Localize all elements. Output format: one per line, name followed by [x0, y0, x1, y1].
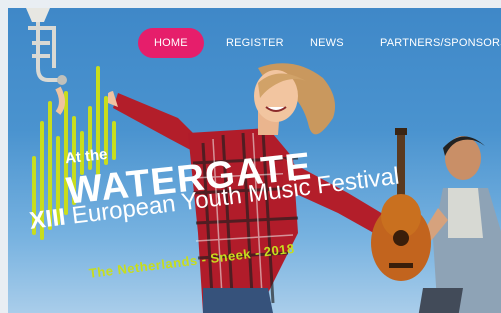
boy-with-guitar-photo: [371, 128, 501, 313]
guitar-icon: [371, 128, 431, 281]
nav-partners-sponsors[interactable]: PARTNERS/SPONSORS: [380, 28, 501, 58]
page-frame: At the WATERGATE XIII European Youth Mus…: [0, 0, 501, 313]
nav-register[interactable]: REGISTER: [226, 28, 284, 58]
main-nav: HOME REGISTER NEWS PARTNERS/SPONSORS: [8, 28, 501, 58]
edition-numeral: XIII: [28, 203, 68, 235]
hero-banner: At the WATERGATE XIII European Youth Mus…: [8, 8, 501, 313]
nav-news[interactable]: NEWS: [310, 28, 344, 58]
trumpet-icon: [26, 8, 67, 115]
nav-home[interactable]: HOME: [138, 28, 204, 58]
